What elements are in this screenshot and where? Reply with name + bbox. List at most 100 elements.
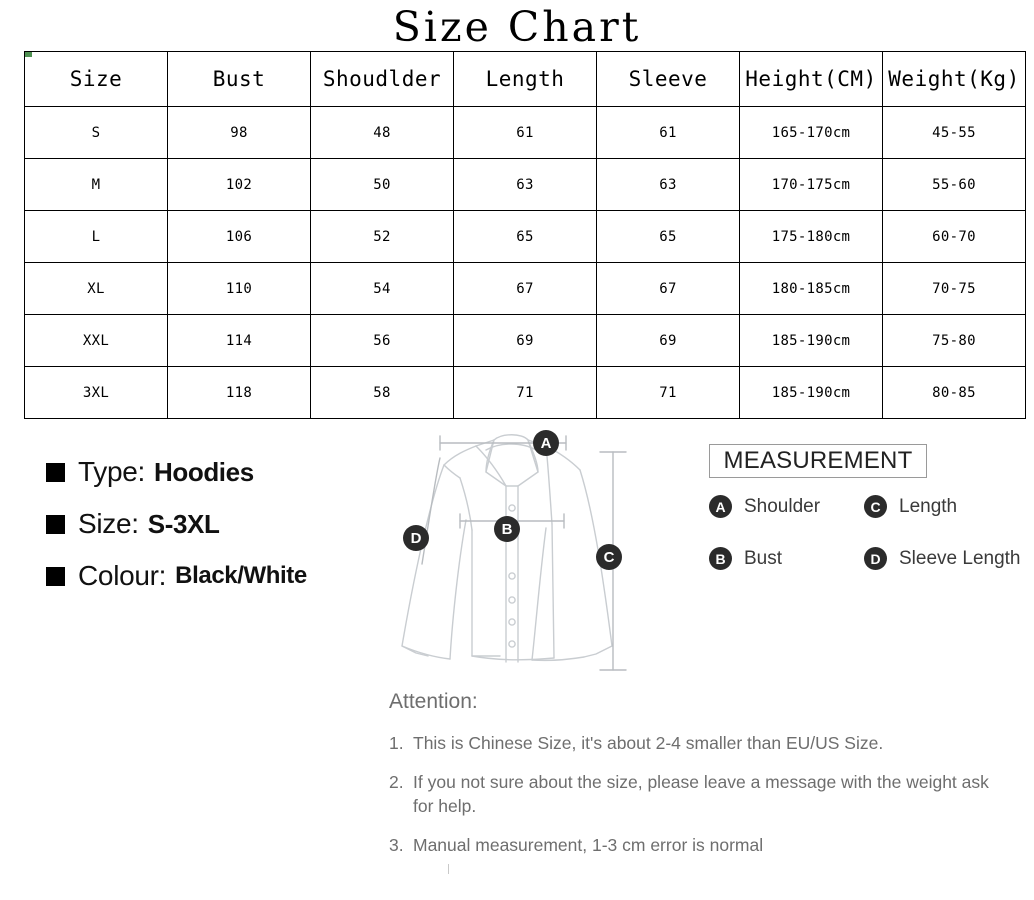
attention-item-number: 3. <box>389 835 404 855</box>
legend-label: Bust <box>744 547 783 569</box>
cell-length: 67 <box>453 262 597 315</box>
column-header-size: Size <box>24 51 168 107</box>
cell-height: 185-190cm <box>739 314 883 367</box>
table-row: S 98 48 61 61 165-170cm 45-55 <box>24 106 1026 159</box>
square-bullet-icon <box>46 566 65 586</box>
attention-item-text: This is Chinese Size, it's about 2-4 sma… <box>413 733 884 753</box>
cell-weight: 60-70 <box>882 210 1026 263</box>
table-row: M 102 50 63 63 170-175cm 55-60 <box>24 158 1026 211</box>
measurement-legend-panel: MEASUREMENT A Shoulder C Length B Bust D… <box>709 444 1029 570</box>
legend-item-shoulder: A Shoulder <box>709 495 864 518</box>
cell-weight: 75-80 <box>882 314 1026 367</box>
product-info-colour: Colour: Black/White <box>46 550 386 602</box>
cell-size: XL <box>24 262 168 315</box>
legend-marker-c-icon: C <box>864 495 887 518</box>
cell-size: S <box>24 106 168 159</box>
diagram-marker-c: C <box>596 544 622 570</box>
attention-item-number: 1. <box>389 733 404 753</box>
legend-label: Shoulder <box>744 495 821 517</box>
attention-heading: Attention: <box>389 690 478 713</box>
cell-size: 3XL <box>24 366 168 419</box>
cell-height: 185-190cm <box>739 366 883 419</box>
page-artifact-tick <box>448 864 449 874</box>
column-header-height: Height(CM) <box>739 51 883 107</box>
cell-height: 175-180cm <box>739 210 883 263</box>
product-info-label: Size: <box>78 508 139 539</box>
product-info-value: Black/White <box>175 562 307 589</box>
column-header-shoulder: Shoudlder <box>310 51 454 107</box>
cell-size: XXL <box>24 314 168 367</box>
cell-height: 170-175cm <box>739 158 883 211</box>
cell-weight: 55-60 <box>882 158 1026 211</box>
column-header-length: Length <box>453 51 597 107</box>
legend-marker-a-icon: A <box>709 495 732 518</box>
attention-item: 3. Manual measurement, 1-3 cm error is n… <box>389 833 1014 857</box>
measurement-legend-grid: A Shoulder C Length B Bust D Sleeve Leng… <box>709 495 1029 570</box>
product-info-label: Type: <box>78 456 145 487</box>
product-info-size: Size: S-3XL <box>46 498 386 550</box>
cell-shoulder: 58 <box>310 366 454 419</box>
product-info-value: S-3XL <box>147 508 220 539</box>
product-info-label: Colour: <box>78 560 167 591</box>
cell-height: 165-170cm <box>739 106 883 159</box>
product-info-list: Type: Hoodies Size: S-3XL Colour: Black/… <box>46 446 386 602</box>
measurement-title: MEASUREMENT <box>723 447 913 474</box>
table-row: XL 110 54 67 67 180-185cm 70-75 <box>24 262 1026 315</box>
cell-sleeve: 61 <box>596 106 740 159</box>
cell-length: 65 <box>453 210 597 263</box>
size-chart-table: Size Bust Shoudlder Length Sleeve Height… <box>24 51 1026 419</box>
size-chart-table-wrapper: Size Bust Shoudlder Length Sleeve Height… <box>24 51 1026 419</box>
cell-sleeve: 65 <box>596 210 740 263</box>
cell-bust: 110 <box>167 262 311 315</box>
table-row: 3XL 118 58 71 71 185-190cm 80-85 <box>24 366 1026 419</box>
cell-shoulder: 52 <box>310 210 454 263</box>
legend-marker-b-icon: B <box>709 547 732 570</box>
legend-label: Length <box>899 495 958 517</box>
legend-item-sleeve-length: D Sleeve Length <box>864 547 1029 570</box>
cell-length: 61 <box>453 106 597 159</box>
attention-item: 1. This is Chinese Size, it's about 2-4 … <box>389 731 1014 755</box>
measurement-title-box: MEASUREMENT <box>709 444 927 478</box>
attention-item-text: Manual measurement, 1-3 cm error is norm… <box>413 835 764 855</box>
cell-sleeve: 71 <box>596 366 740 419</box>
legend-label: Sleeve Length <box>899 547 1021 569</box>
cell-weight: 80-85 <box>882 366 1026 419</box>
square-bullet-icon <box>46 462 65 482</box>
cell-sleeve: 67 <box>596 262 740 315</box>
cell-length: 71 <box>453 366 597 419</box>
cell-weight: 45-55 <box>882 106 1026 159</box>
cell-bust: 106 <box>167 210 311 263</box>
product-info-value: Hoodies <box>153 456 254 487</box>
cell-bust: 102 <box>167 158 311 211</box>
diagram-marker-d: D <box>403 525 429 551</box>
cell-length: 69 <box>453 314 597 367</box>
diagram-marker-b: B <box>494 516 520 542</box>
page-title: Size Chart <box>392 3 642 51</box>
attention-section: Attention: 1. This is Chinese Size, it's… <box>389 690 1014 872</box>
cell-shoulder: 54 <box>310 262 454 315</box>
legend-marker-d-icon: D <box>864 547 887 570</box>
cell-bust: 118 <box>167 366 311 419</box>
cell-shoulder: 56 <box>310 314 454 367</box>
column-header-sleeve: Sleeve <box>596 51 740 107</box>
column-header-bust: Bust <box>167 51 311 107</box>
cell-size: L <box>24 210 168 263</box>
attention-item-text: If you not sure about the size, please l… <box>413 772 989 816</box>
cell-shoulder: 50 <box>310 158 454 211</box>
legend-item-bust: B Bust <box>709 547 864 570</box>
column-header-weight: Weight(Kg) <box>882 51 1026 107</box>
cell-weight: 70-75 <box>882 262 1026 315</box>
cell-sleeve: 69 <box>596 314 740 367</box>
cell-bust: 114 <box>167 314 311 367</box>
table-body: S 98 48 61 61 165-170cm 45-55 M 102 50 6… <box>24 106 1026 419</box>
table-header-row: Size Bust Shoudlder Length Sleeve Height… <box>24 51 1026 107</box>
cell-shoulder: 48 <box>310 106 454 159</box>
table-row: L 106 52 65 65 175-180cm 60-70 <box>24 210 1026 263</box>
diagram-marker-a: A <box>533 430 559 456</box>
legend-item-length: C Length <box>864 495 1029 518</box>
cell-sleeve: 63 <box>596 158 740 211</box>
attention-item-number: 2. <box>389 772 404 792</box>
cell-height: 180-185cm <box>739 262 883 315</box>
product-info-type: Type: Hoodies <box>46 446 386 498</box>
table-header: Size Bust Shoudlder Length Sleeve Height… <box>24 51 1026 107</box>
